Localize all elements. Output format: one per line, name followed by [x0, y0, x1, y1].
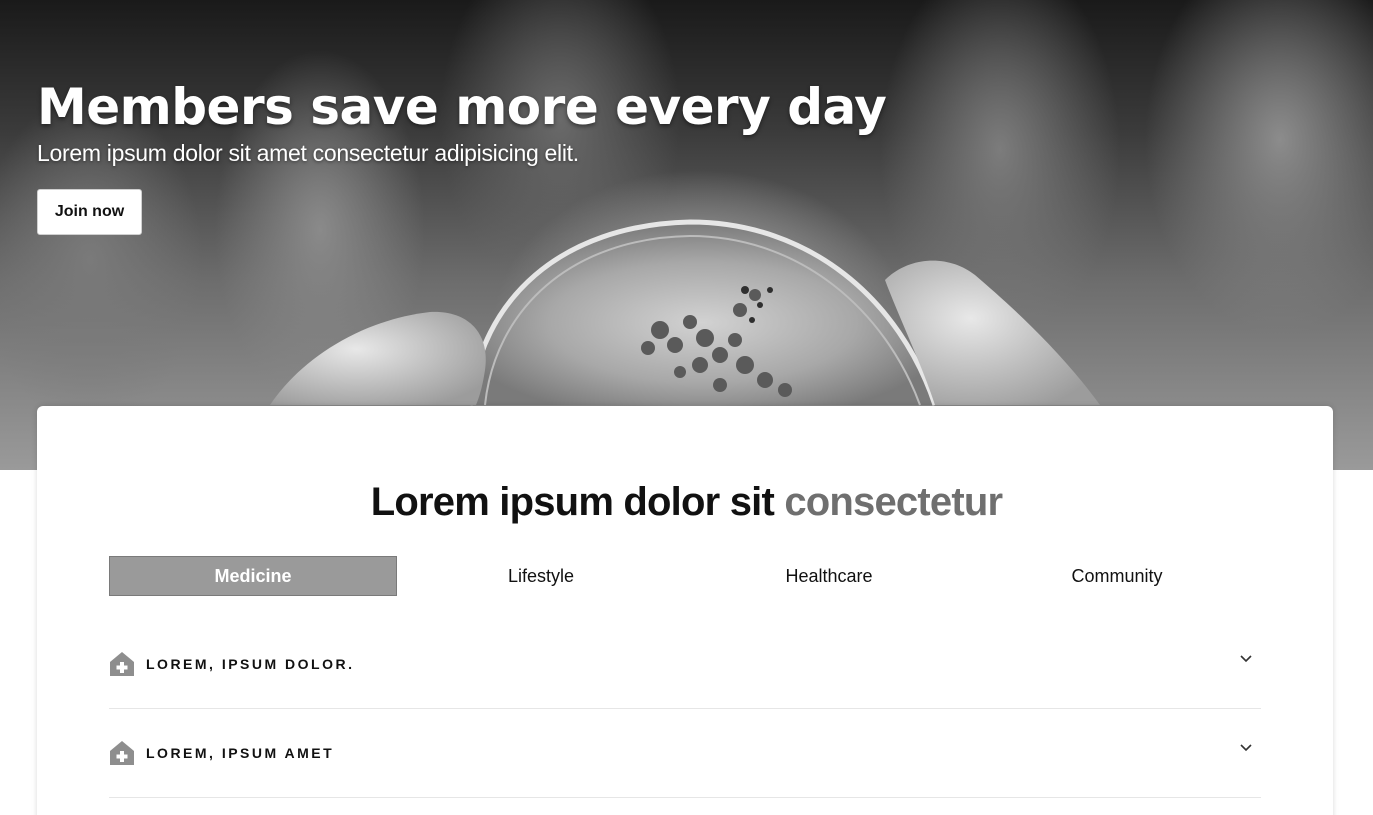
- section-title-accent: consectetur: [784, 480, 1003, 524]
- tab-healthcare[interactable]: Healthcare: [685, 556, 973, 596]
- section-title-main: Lorem ipsum dolor sit: [370, 480, 775, 524]
- accordion-item-label: LOREM, IPSUM DOLOR.: [146, 656, 355, 672]
- hero-background-image: [270, 219, 1100, 406]
- accordion-item-label: LOREM, IPSUM AMET: [146, 745, 335, 761]
- medical-house-icon: [110, 741, 134, 765]
- tab-lifestyle[interactable]: Lifestyle: [397, 556, 685, 596]
- chevron-down-icon[interactable]: [1239, 654, 1253, 664]
- accordion-item[interactable]: LOREM, IPSUM AMET: [109, 709, 1261, 798]
- hero-banner: Members save more every day Lorem ipsum …: [0, 0, 1373, 470]
- accordion-item[interactable]: LOREM, IPSUM DOLOR.: [109, 620, 1261, 709]
- chevron-down-icon[interactable]: [1239, 743, 1253, 753]
- tab-community[interactable]: Community: [973, 556, 1261, 596]
- medical-house-icon: [110, 652, 134, 676]
- hero-title: Members save more every day: [37, 78, 887, 136]
- section-title: Lorem ipsum dolor sit consectetur: [0, 480, 1373, 525]
- join-now-button[interactable]: Join now: [37, 189, 142, 235]
- hero-subtitle: Lorem ipsum dolor sit amet consectetur a…: [37, 140, 579, 166]
- category-tabs: Medicine Lifestyle Healthcare Community: [109, 556, 1261, 596]
- tab-medicine[interactable]: Medicine: [109, 556, 397, 596]
- page: Members save more every day Lorem ipsum …: [0, 0, 1373, 815]
